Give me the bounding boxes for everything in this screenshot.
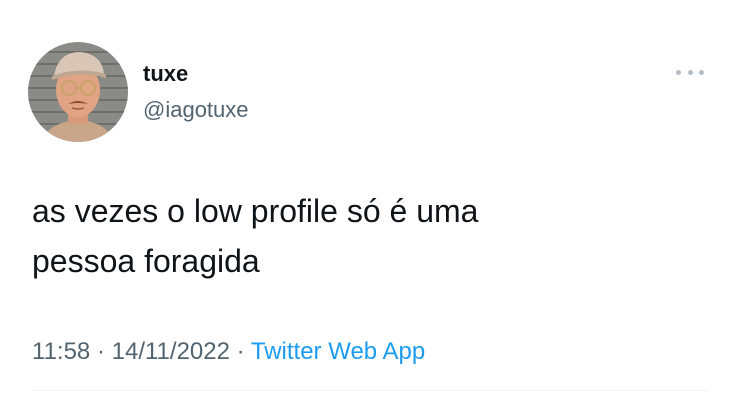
separator-dot: · — [96, 338, 105, 365]
tweet-time[interactable]: 11:58 — [32, 338, 90, 365]
tweet-text: as vezes o low profile só é uma pessoa f… — [32, 193, 479, 279]
meta-separator: · — [237, 338, 251, 365]
dot-icon — [687, 69, 693, 75]
tweet-meta: 11:58 · 14/11/2022 · Twitter Web App — [32, 336, 425, 368]
avatar-photo-icon — [28, 42, 128, 142]
divider — [32, 390, 708, 391]
tweet-source-link[interactable]: Twitter Web App — [251, 338, 425, 365]
dot-icon — [676, 69, 681, 75]
separator-dot: · — [236, 338, 245, 365]
author-handle[interactable]: @iagotuxe — [143, 96, 249, 124]
author-name[interactable]: tuxe — [143, 60, 188, 88]
avatar[interactable] — [28, 42, 128, 142]
tweet-date[interactable]: 14/11/2022 — [112, 338, 230, 365]
more-options-icon[interactable] — [676, 62, 704, 82]
tweet-card: tuxe @iagotuxe as vezes o low profile só… — [0, 0, 736, 408]
meta-separator: · — [97, 338, 112, 365]
dot-icon — [699, 69, 704, 75]
